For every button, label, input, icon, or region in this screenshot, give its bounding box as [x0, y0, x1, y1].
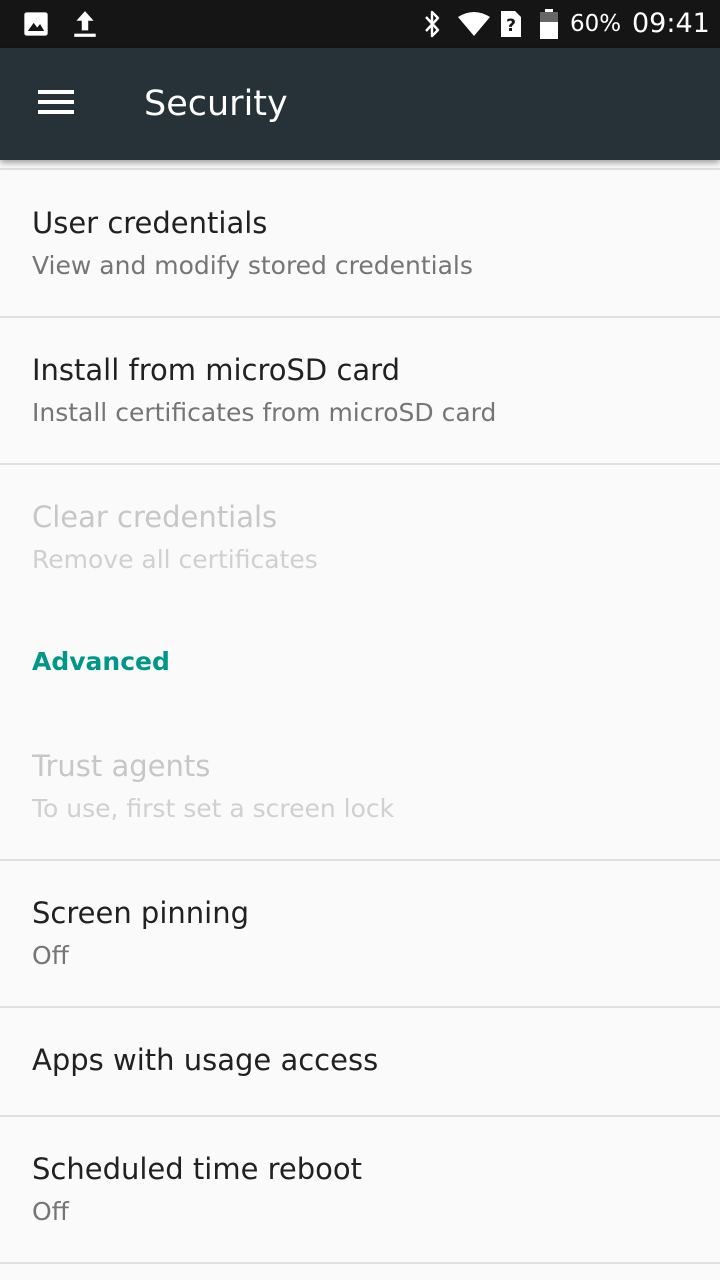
pref-apps-with-usage-access[interactable]: Apps with usage access: [0, 1008, 720, 1115]
pref-title: User credentials: [32, 206, 268, 240]
pref-screen-pinning[interactable]: Screen pinning Off: [0, 861, 720, 1006]
bluetooth-icon: [420, 0, 446, 48]
divider: [0, 1262, 720, 1264]
pref-summary: To use, first set a screen lock: [32, 794, 395, 823]
pref-title: Trust agents: [32, 749, 211, 783]
pref-summary: Off: [32, 1197, 69, 1226]
pref-summary: Remove all certificates: [32, 545, 318, 574]
app-toolbar: Security: [0, 48, 720, 160]
upload-icon: [70, 0, 100, 48]
pref-summary: Off: [32, 941, 69, 970]
hamburger-menu-icon: [37, 89, 75, 119]
pref-clear-credentials: Clear credentials Remove all certificate…: [0, 465, 720, 595]
pref-title: Install from microSD card: [32, 353, 400, 387]
wifi-icon: [456, 0, 492, 48]
image-icon: [20, 0, 52, 48]
sim-unknown-icon: ?: [498, 0, 524, 48]
battery-icon: [536, 0, 562, 48]
pref-summary: Install certificates from microSD card: [32, 398, 497, 427]
pref-summary: View and modify stored credentials: [32, 251, 473, 280]
pref-scheduled-time-reboot[interactable]: Scheduled time reboot Off: [0, 1117, 720, 1262]
status-bar: ? 60% 09:41: [0, 0, 720, 48]
settings-list: User credentials View and modify stored …: [0, 160, 720, 1280]
pref-title: Apps with usage access: [32, 1043, 379, 1077]
page-title: Security: [144, 84, 288, 124]
pref-title: Clear credentials: [32, 500, 278, 534]
pref-install-from-sd[interactable]: Install from microSD card Install certif…: [0, 318, 720, 463]
clock: 09:41: [632, 8, 710, 39]
pref-title: Scheduled time reboot: [32, 1152, 363, 1186]
pref-trust-agents: Trust agents To use, first set a screen …: [0, 720, 720, 859]
pref-title: Screen pinning: [32, 896, 249, 930]
battery-percent: 60%: [570, 11, 622, 37]
svg-text:?: ?: [506, 16, 516, 36]
category-header-advanced: Advanced: [32, 647, 170, 676]
menu-button[interactable]: [20, 68, 92, 140]
pref-user-credentials[interactable]: User credentials View and modify stored …: [0, 170, 720, 316]
